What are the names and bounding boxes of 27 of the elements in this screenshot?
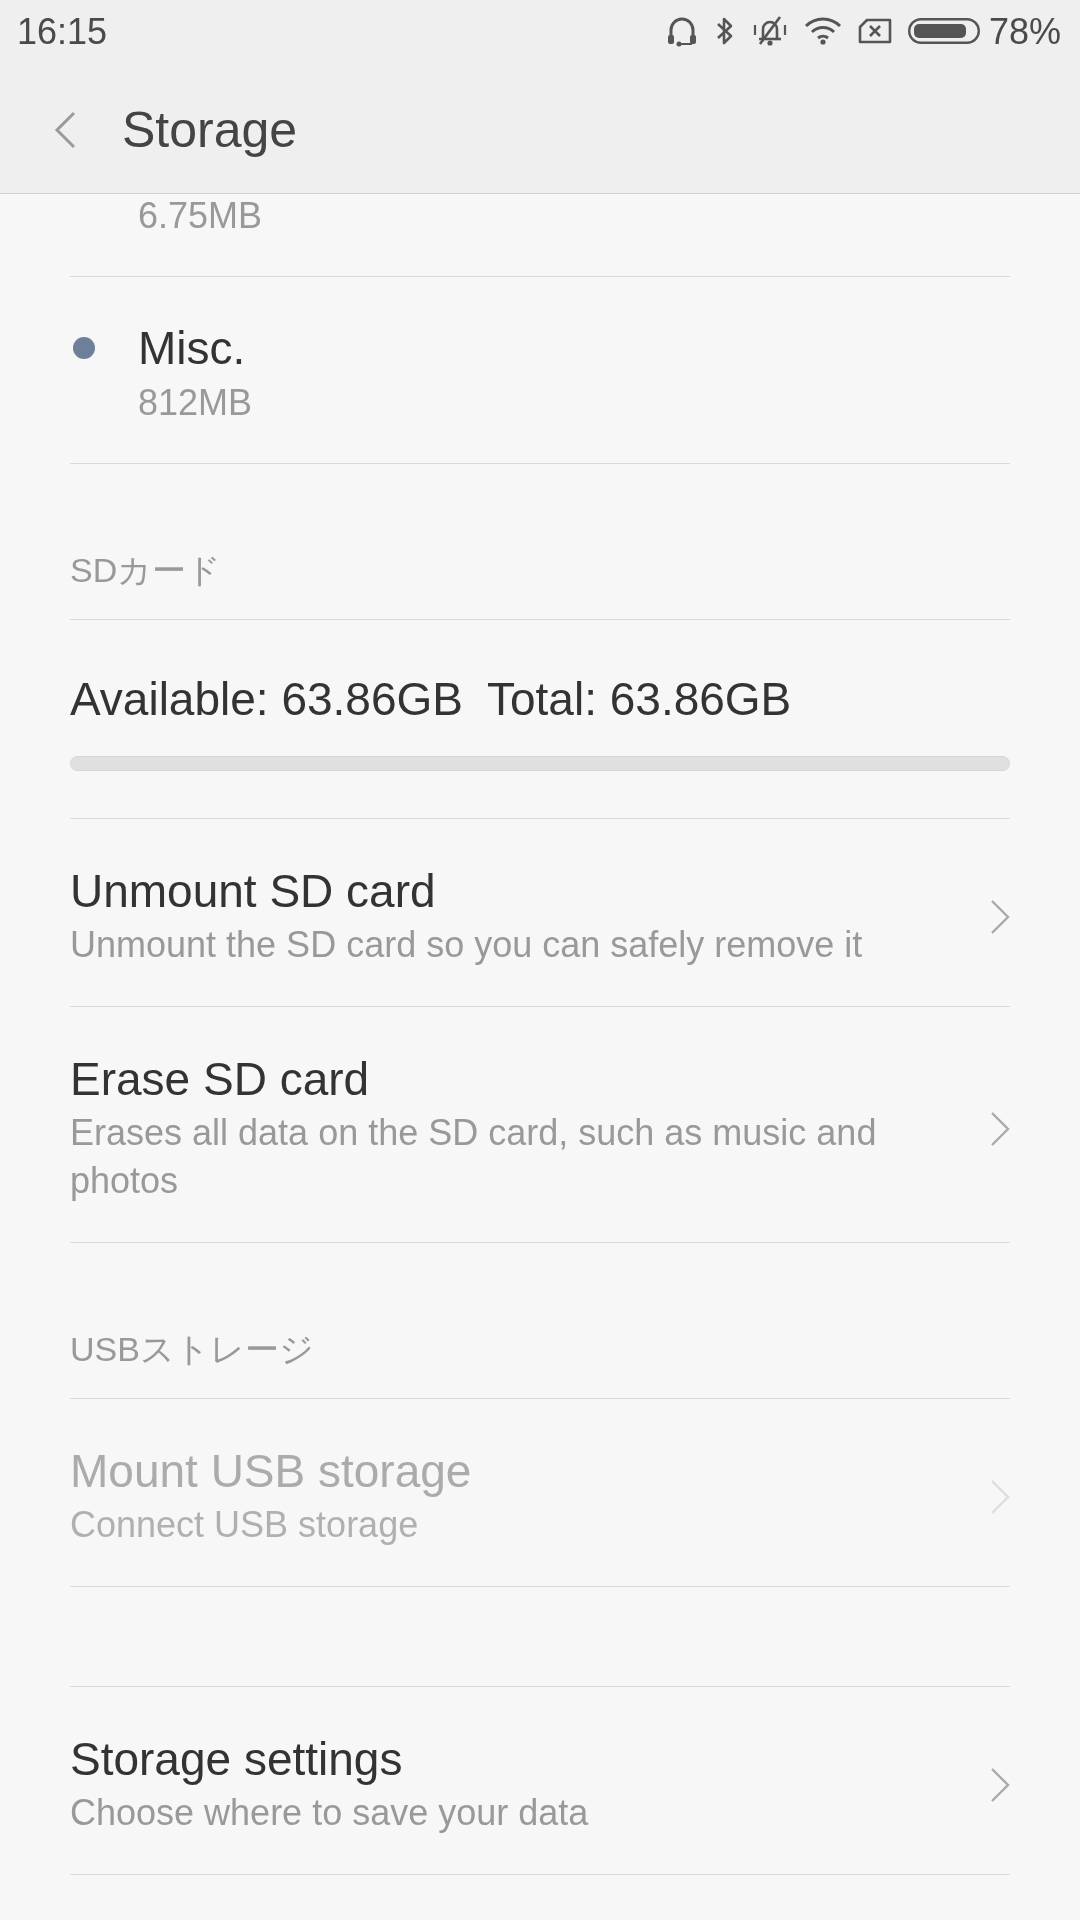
item-title: Erase SD card: [70, 1052, 370, 1106]
item-subtitle: Choose where to save your data: [70, 1791, 589, 1835]
storage-size: 812MB: [138, 381, 253, 425]
back-icon[interactable]: [54, 110, 76, 149]
battery-icon: [907, 18, 980, 44]
storage-category-name: Misc.: [138, 321, 246, 375]
headset-icon: [665, 15, 698, 47]
status-time: 16:15: [17, 10, 108, 52]
section-header: USBストレージ: [70, 1329, 314, 1370]
item-title: Storage settings: [70, 1732, 403, 1786]
storage-size: 6.75MB: [138, 194, 263, 238]
battery-percentage: 78%: [988, 10, 1061, 52]
settings-item[interactable]: Storage settings Choose where to save your data: [70, 1687, 1010, 1875]
sim-card-x-icon: [857, 18, 892, 44]
page-title: Storage: [122, 100, 298, 160]
wifi-icon: [803, 17, 842, 45]
settings-item[interactable]: Unmount SD card Unmount the SD card so you can safely remove it: [70, 819, 1010, 1007]
muted-bell-icon: [751, 14, 788, 48]
item-subtitle: Erases all data on the SD card, such as music and photos: [70, 1111, 878, 1203]
item-title: Mount USB storage: [70, 1444, 472, 1498]
item-subtitle: Unmount the SD card so you can safely remove it: [70, 923, 863, 967]
total-space: Total: 63.86GB: [487, 672, 792, 726]
available-space: Available: 63.86GB: [70, 672, 463, 726]
item-title: Unmount SD card: [70, 864, 436, 918]
settings-item[interactable]: Erase SD card Erases all data on the SD card, such as music and photos: [70, 1007, 1010, 1243]
item-subtitle: Connect USB storage: [70, 1503, 419, 1547]
section-header: SDカード: [70, 550, 222, 591]
